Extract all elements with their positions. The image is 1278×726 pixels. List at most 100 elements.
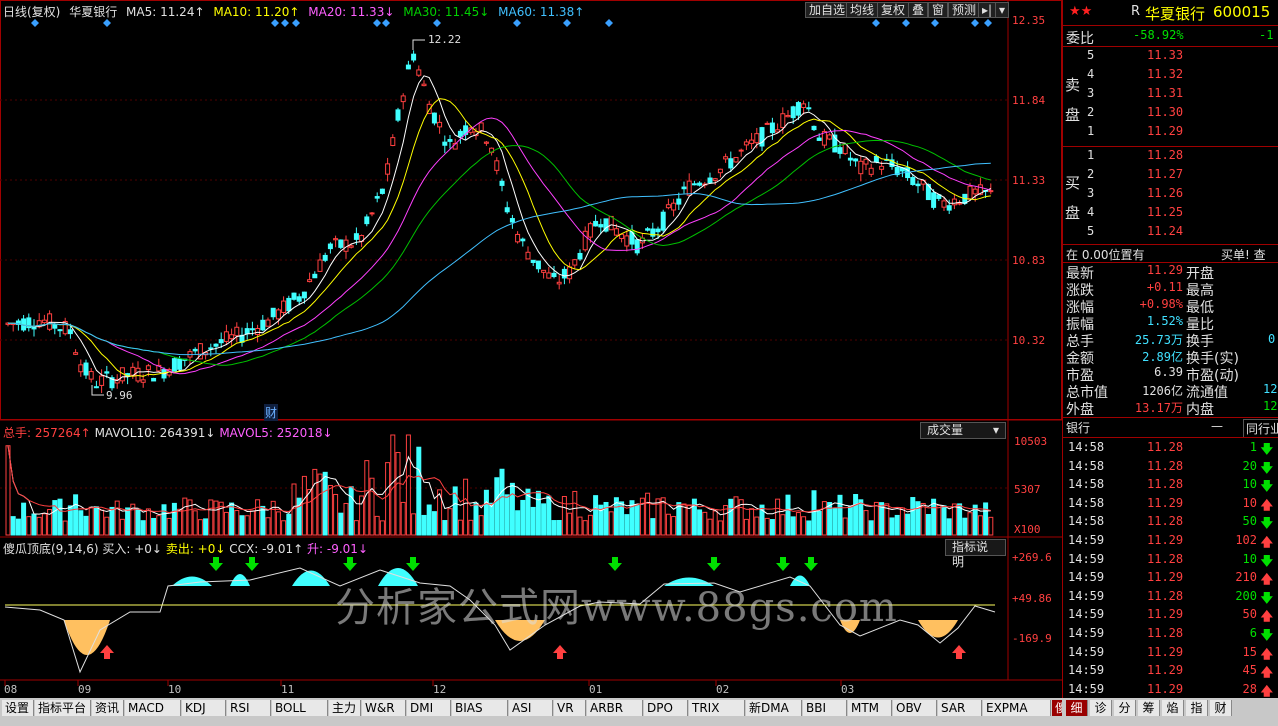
sell-order-row[interactable]: 1 11.29 xyxy=(1063,124,1278,142)
indicator-sell-label: 卖出: +0↓ xyxy=(165,542,226,556)
indicator-tab[interactable]: VR xyxy=(554,700,586,716)
sell-order-row[interactable]: 3 11.31 xyxy=(1063,86,1278,104)
indicator-areas xyxy=(4,567,996,674)
stat-value: 25.73万 xyxy=(1134,333,1183,347)
volume-bar xyxy=(239,515,245,536)
tick-row[interactable]: 14:59 11.29 50 🡅 xyxy=(1063,607,1278,625)
volume-bar xyxy=(234,510,240,536)
sell-order-row[interactable]: 5 11.33 xyxy=(1063,48,1278,66)
buy-order-row[interactable]: 3 11.26 xyxy=(1063,186,1278,204)
arrow-right-icon[interactable]: ▸| xyxy=(978,2,997,18)
tick-row[interactable]: 14:59 11.29 15 🡅 xyxy=(1063,645,1278,663)
sell-order-row[interactable]: 4 11.32 xyxy=(1063,67,1278,85)
quote-tab[interactable]: 焰 xyxy=(1162,700,1184,716)
indicator-tab[interactable]: MTM xyxy=(848,700,892,716)
tick-time: 14:58 xyxy=(1068,440,1105,454)
sell-order-row[interactable]: 2 11.30 xyxy=(1063,105,1278,123)
indicator-tab[interactable]: EXPMA xyxy=(983,700,1051,716)
tick-row[interactable]: 14:59 11.28 10 🡇 xyxy=(1063,552,1278,570)
tick-row[interactable]: 14:58 11.29 10 🡅 xyxy=(1063,496,1278,514)
indicator-tab[interactable]: BBI xyxy=(803,700,847,716)
tick-row[interactable]: 14:59 11.29 102 🡅 xyxy=(1063,533,1278,551)
same-industry-button[interactable]: 同行业 xyxy=(1243,419,1278,438)
indicator-buy-label: 买入: +0↓ xyxy=(102,542,162,556)
indicator-help-button[interactable]: 指标说明 xyxy=(945,539,1006,569)
kline-chart-area[interactable] xyxy=(0,0,1062,698)
period-label[interactable]: 日线(复权) xyxy=(3,5,60,19)
indicator-tab[interactable]: ARBR xyxy=(587,700,643,716)
window-button[interactable]: 窗 xyxy=(928,2,949,18)
overlay-button[interactable]: 叠 xyxy=(908,2,929,18)
restore-rights-button[interactable]: 复权 xyxy=(877,2,910,18)
volume-indicator-select[interactable]: 成交量 ▾ xyxy=(920,422,1006,439)
indicator-tab[interactable]: 主力 xyxy=(329,700,361,716)
ma60-label: MA60: 11.38↑ xyxy=(498,5,585,19)
indicator-tab[interactable]: DPO xyxy=(644,700,688,716)
candle-body xyxy=(104,371,110,374)
tick-row[interactable]: 14:59 11.29 45 🡅 xyxy=(1063,663,1278,681)
month-label-02: 02 xyxy=(716,683,730,696)
candle-body xyxy=(681,186,687,190)
quote-tab[interactable]: 细 xyxy=(1066,700,1088,716)
forecast-button[interactable]: 预测 xyxy=(948,2,981,18)
quote-tab[interactable]: 筹 xyxy=(1138,700,1160,716)
volume-bar xyxy=(463,478,469,536)
tick-row[interactable]: 14:59 11.28 6 🡇 xyxy=(1063,626,1278,644)
volume-bar xyxy=(177,508,183,536)
tick-price: 11.29 xyxy=(1147,570,1184,585)
candle-body xyxy=(847,157,853,161)
finance-report-marker[interactable]: 财 xyxy=(264,404,279,421)
buy-order-row[interactable]: 5 11.24 xyxy=(1063,224,1278,242)
moving-average-lines xyxy=(7,75,992,382)
candle-body xyxy=(348,245,354,248)
chevron-down-icon[interactable]: ▾ xyxy=(995,2,1010,18)
indicator-tab[interactable]: 新DMA xyxy=(746,700,802,716)
buy-single-link[interactable]: 买单! 查 xyxy=(1221,246,1266,263)
candle-body xyxy=(400,95,406,103)
sector-dropdown[interactable]: — xyxy=(1211,419,1223,433)
quote-tab[interactable]: 诊 xyxy=(1090,700,1112,716)
indicator-tab[interactable]: SAR xyxy=(938,700,982,716)
tick-row[interactable]: 14:58 11.28 10 🡇 xyxy=(1063,477,1278,495)
volume-bar xyxy=(353,520,359,536)
buy-order-row[interactable]: 2 11.27 xyxy=(1063,167,1278,185)
indicator-tab[interactable]: DMI xyxy=(407,700,451,716)
star-icon[interactable]: ★★ xyxy=(1069,4,1092,19)
volume-bar xyxy=(515,510,521,536)
indicator-tab[interactable]: KDJ xyxy=(182,700,226,716)
tick-row[interactable]: 14:58 11.28 50 🡇 xyxy=(1063,514,1278,532)
volume-bar xyxy=(821,501,827,536)
indicator-tab[interactable]: 设置 xyxy=(2,700,34,716)
candle-body xyxy=(910,177,916,185)
order-level: 4 xyxy=(1087,67,1095,81)
volume-bar xyxy=(312,468,318,536)
volume-bar xyxy=(426,504,432,536)
quote-tab[interactable]: 分 xyxy=(1114,700,1136,716)
candle-body xyxy=(754,133,760,144)
ma-lines-button[interactable]: 均线 xyxy=(846,2,879,18)
candle-body xyxy=(333,238,339,241)
quote-tab[interactable]: 指 xyxy=(1186,700,1208,716)
indicator-tab[interactable]: RSI xyxy=(227,700,271,716)
tick-row[interactable]: 14:58 11.28 1 🡇 xyxy=(1063,440,1278,458)
volume-bar xyxy=(863,510,869,536)
indicator-tab[interactable]: ASI xyxy=(509,700,553,716)
volume-bar xyxy=(301,475,307,536)
add-watchlist-button[interactable]: 加自选 xyxy=(805,2,850,18)
indicator-tab[interactable]: MACD xyxy=(125,700,181,716)
quote-tab[interactable]: 财 xyxy=(1210,700,1232,716)
buy-order-row[interactable]: 4 11.25 xyxy=(1063,205,1278,223)
indicator-tab[interactable]: BOLL xyxy=(272,700,328,716)
indicator-tab[interactable]: 资讯 xyxy=(92,700,124,716)
indicator-tab[interactable]: TRIX xyxy=(689,700,745,716)
tick-row[interactable]: 14:59 11.28 200 🡇 xyxy=(1063,589,1278,607)
tick-row[interactable]: 14:58 11.28 20 🡇 xyxy=(1063,459,1278,477)
price-panel-frame xyxy=(0,0,1062,420)
volume-bar xyxy=(951,503,957,536)
indicator-tab[interactable]: OBV xyxy=(893,700,937,716)
tick-row[interactable]: 14:59 11.29 210 🡅 xyxy=(1063,570,1278,588)
indicator-tab[interactable]: W&R xyxy=(362,700,406,716)
indicator-tab[interactable]: BIAS xyxy=(452,700,508,716)
indicator-tab[interactable]: 指标平台 xyxy=(35,700,91,716)
buy-order-row[interactable]: 1 11.28 xyxy=(1063,148,1278,166)
